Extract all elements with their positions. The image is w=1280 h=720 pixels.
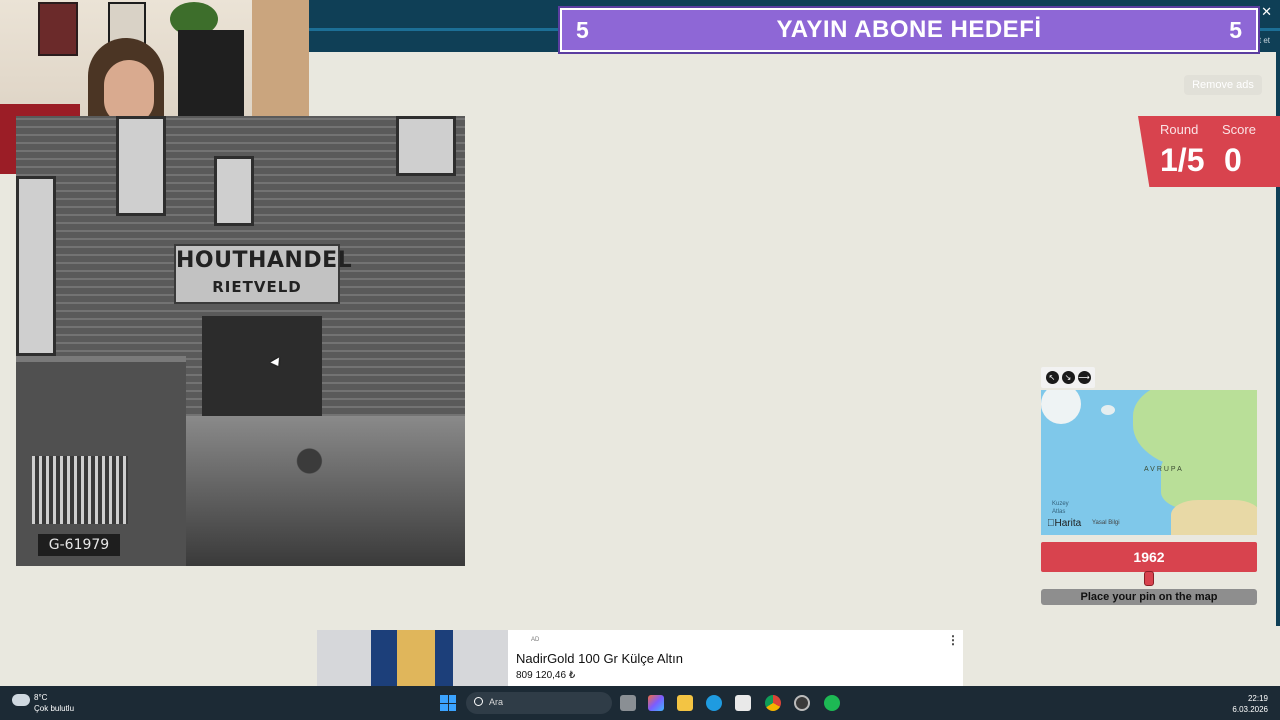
clock-date[interactable]: 6.03.2026 (1232, 705, 1268, 714)
task-view-icon[interactable] (620, 695, 636, 711)
map-ocean-label: Kuzey Atlas (1052, 500, 1069, 516)
year-display: 1962 (1041, 542, 1257, 572)
guess-map[interactable] (1041, 390, 1257, 535)
ad-banner[interactable]: AD NadirGold 100 Gr Külçe Altın 809 120,… (317, 630, 963, 686)
weather-description[interactable]: Çok bulutlu (34, 704, 74, 713)
remove-ads-button[interactable]: Remove ads (1184, 75, 1262, 95)
taskbar-search-placeholder[interactable]: Ara (489, 697, 503, 707)
ad-title[interactable]: NadirGold 100 Gr Külçe Altın (516, 651, 683, 666)
screen: ✕ oct et HOUTHANDEL RIETVELD G-61979 5 Y… (0, 0, 1280, 720)
sub-goal-target: 5 (1229, 16, 1242, 43)
subscriber-goal-banner: 5 YAYIN ABONE HEDEFİ 5 (560, 8, 1258, 52)
copilot-icon[interactable] (648, 695, 664, 711)
map-controls: ↖ ↘ ⟶ (1041, 367, 1095, 388)
ad-image[interactable] (317, 630, 508, 686)
truck-grille (32, 456, 128, 524)
map-brand: Harita (1047, 518, 1081, 529)
map-region-label: AVRUPA (1144, 466, 1184, 473)
shop-sign-line2: RIETVELD (212, 278, 302, 296)
year-slider-thumb[interactable] (1144, 571, 1154, 586)
close-icon[interactable]: ✕ (1261, 5, 1272, 20)
clock-time[interactable]: 22:19 (1248, 694, 1268, 703)
round-label: Round (1160, 122, 1199, 137)
map-legal-link[interactable]: Yasal Bilgi (1092, 520, 1120, 526)
sub-goal-current: 5 (576, 16, 589, 43)
shrink-icon[interactable]: ↘ (1061, 371, 1075, 384)
ad-tag: AD (531, 637, 540, 643)
spotify-icon[interactable] (824, 695, 840, 711)
shop-sign-line1: HOUTHANDEL (176, 248, 353, 273)
search-icon (474, 697, 483, 706)
score-label: Score (1222, 122, 1256, 137)
map-brand-label: Harita (1047, 518, 1082, 529)
taskbar: 8°C Çok bulutlu Ara 22:19 6.03.2026 (0, 686, 1280, 720)
taskbar-search[interactable] (466, 692, 612, 714)
shop-sign: HOUTHANDEL RIETVELD (174, 244, 353, 304)
round-score-panel: Round Score 1/5 0 (1138, 116, 1280, 187)
score-value: 0 (1224, 142, 1242, 178)
clue-photo[interactable]: HOUTHANDEL RIETVELD G-61979 (16, 116, 465, 566)
sub-goal-title: YAYIN ABONE HEDEFİ (776, 16, 1042, 43)
store-icon[interactable] (735, 695, 751, 711)
license-plate: G-61979 (38, 534, 120, 556)
file-explorer-icon[interactable] (677, 695, 693, 711)
round-value: 1/5 (1160, 142, 1205, 178)
map-ocean-line1: Kuzey (1052, 501, 1069, 507)
ad-price: 809 120,46 ₺ (516, 670, 576, 681)
windows-start-icon[interactable] (440, 695, 456, 711)
chrome-icon[interactable] (765, 695, 781, 711)
weather-temperature[interactable]: 8°C (34, 693, 47, 702)
expand-icon[interactable]: ↖ (1045, 371, 1059, 384)
app-icon[interactable] (794, 695, 810, 711)
map-ocean-line2: Atlas (1052, 509, 1066, 515)
pin-icon[interactable]: ⟶ (1077, 371, 1091, 384)
edge-browser-icon[interactable] (706, 695, 722, 711)
more-options-icon[interactable]: ⋮ (947, 633, 959, 647)
place-pin-button[interactable]: Place your pin on the map (1041, 589, 1257, 605)
cloud-icon[interactable] (12, 694, 30, 706)
